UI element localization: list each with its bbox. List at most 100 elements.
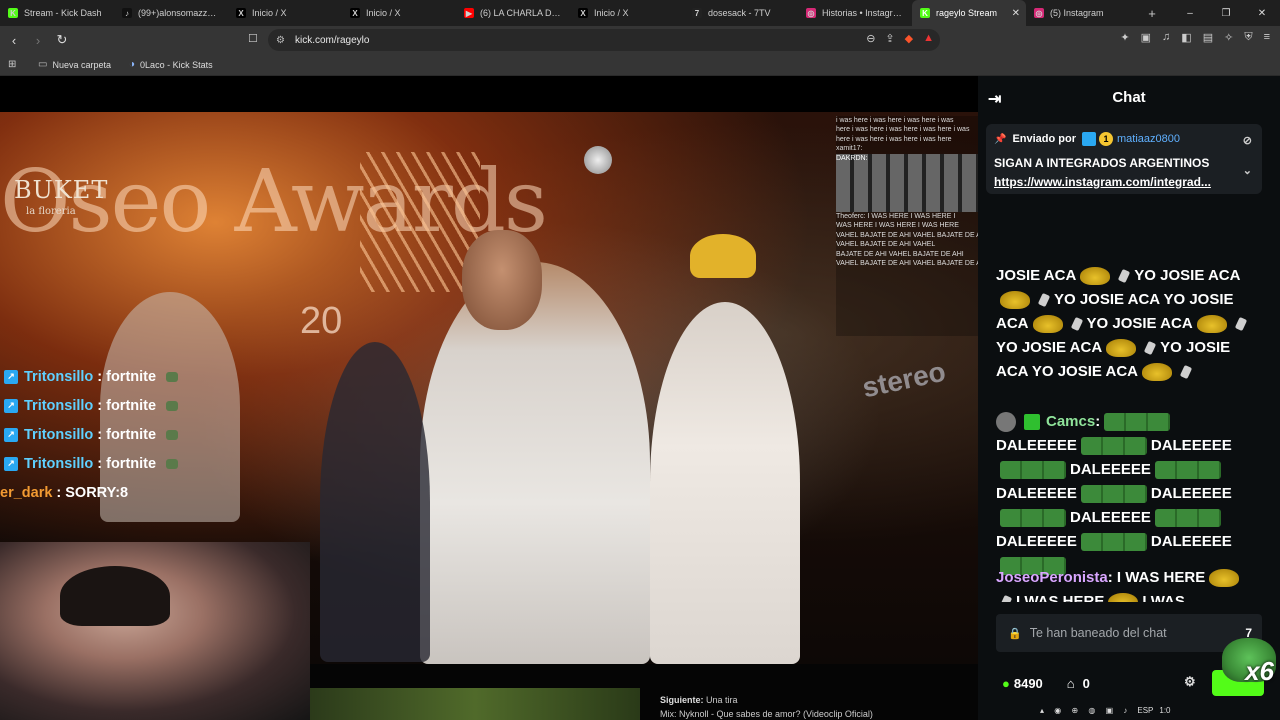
rewards-icon[interactable]: ▲ — [923, 32, 934, 45]
pinned-message[interactable]: 📌 Enviado por 1 matiaaz0800 SIGAN A INTE… — [986, 124, 1262, 194]
channel-points[interactable]: ● 8490 — [1002, 676, 1043, 691]
address-bar[interactable]: ⚙ kick.com/rageylo ⊖ ⇪ ◆ ▲ — [268, 29, 940, 51]
browser-tab[interactable]: ▶ (6) LA CHARLA DEL M — [456, 0, 570, 26]
browser-tab[interactable]: X Inicio / X — [342, 0, 456, 26]
chat-text: I WAS HERE — [1016, 593, 1105, 602]
folder-icon: ▭ — [38, 59, 48, 70]
pepe-emote — [1080, 485, 1147, 504]
browser-tab[interactable]: X Inicio / X — [570, 0, 684, 26]
pinned-link[interactable]: https://www.instagram.com/integrad... — [994, 173, 1254, 192]
avatar[interactable] — [996, 412, 1016, 432]
pinned-text: SIGAN A INTEGRADOS ARGENTINOS — [994, 156, 1210, 170]
chat-message-jose: JoseoPeronista: I WAS HERE I WAS HERE I W… — [996, 566, 1254, 602]
chat-username[interactable]: Camcs — [1046, 410, 1095, 434]
bookmark-folder[interactable]: ▭ Nueva carpeta — [38, 59, 111, 70]
pinned-user[interactable]: matiaaz0800 — [1117, 133, 1180, 145]
pepe-emote — [1104, 413, 1171, 431]
bookmark-icon[interactable]: ☐ — [248, 32, 258, 45]
browser-tab[interactable]: X Inicio / X — [228, 0, 342, 26]
tab-favicon-icon: ◎ — [806, 8, 816, 18]
chat-input[interactable]: 🔒 Te han baneado del chat 7 — [996, 614, 1262, 652]
browser-tab[interactable]: K Stream - Kick Dash — [0, 0, 114, 26]
verified-badge-icon: ↗ — [4, 398, 18, 413]
small-emote — [1037, 292, 1051, 308]
tab-favicon-icon: K — [8, 8, 18, 18]
next-label: Siguiente: — [660, 695, 704, 705]
tab-favicon-icon: X — [236, 8, 246, 18]
pepe-emote — [1080, 533, 1147, 552]
verified-badge-icon: ↗ — [4, 456, 18, 471]
zoom-icon[interactable]: ⊖ — [866, 32, 875, 45]
pepe-emote — [1154, 509, 1221, 528]
overlay-username: Tritonsillo — [24, 368, 94, 385]
overlay-text: fortnite — [106, 397, 157, 414]
minimize-icon[interactable]: – — [1172, 8, 1208, 19]
vpn-icon[interactable]: ⛨ — [1244, 31, 1252, 44]
reload-icon[interactable]: ↻ — [52, 32, 72, 48]
overlay-chat-message: ↗ Tritonsillo: fortnite — [0, 362, 179, 391]
clock[interactable]: 1:0 — [1159, 706, 1170, 715]
apps-icon[interactable]: ⊞ — [8, 59, 20, 70]
pepe-emote — [1154, 461, 1221, 480]
tray-icons[interactable]: ▴ ◉ ⊕ ◍ ▣ ♪ — [1040, 706, 1131, 715]
menu-icon[interactable]: ≡ — [1264, 31, 1270, 44]
emote-icon — [166, 371, 179, 382]
tab-favicon-icon: ◎ — [1034, 8, 1044, 18]
tab-favicon-icon: X — [350, 8, 360, 18]
overlay-chat-message: ↗ Tritonsillo: fortnite — [0, 449, 179, 478]
overlay-chat-line: DAKRDN: — [836, 153, 978, 212]
browser-tab[interactable]: ◎ (5) Instagram — [1026, 0, 1140, 26]
pin-icon: 📌 — [994, 133, 1007, 145]
store-button[interactable]: ⌂ 0 — [1067, 676, 1090, 691]
small-emote — [1179, 364, 1193, 380]
browser-tab[interactable]: 7 dosesack - 7TV — [684, 0, 798, 26]
dancer-hat — [690, 234, 756, 278]
small-emote — [999, 594, 1013, 602]
browser-tab[interactable]: ◎ Historias • Instagram — [798, 0, 912, 26]
new-tab-button[interactable]: + — [1140, 6, 1164, 21]
verified-badge-icon: ↗ — [4, 427, 18, 442]
keyboard-language[interactable]: ESP — [1137, 706, 1153, 715]
browser-tab[interactable]: Krageylo Stream ✕ — [912, 0, 1026, 26]
overlay-username: Tritonsillo — [24, 397, 94, 414]
chat-text: YO JOSIE — [1134, 267, 1205, 284]
forward-icon[interactable]: › — [28, 33, 48, 48]
browser-tab[interactable]: ♪ (99+)alonsomazzayatr — [114, 0, 228, 26]
leo-icon[interactable]: ✧ — [1224, 31, 1233, 44]
tab-strip: K Stream - Kick Dash ♪ (99+)alonsomazzayatr… — [0, 0, 1280, 26]
next-thumbnail — [310, 688, 640, 720]
gear-icon[interactable]: ⚙ — [1184, 674, 1196, 690]
backdrop-year: 20 — [300, 300, 343, 342]
restore-icon[interactable]: ❐ — [1208, 8, 1244, 19]
screenshot-icon[interactable]: ▣ — [1141, 31, 1151, 44]
sidebar-icon[interactable]: ◧ — [1181, 31, 1191, 44]
close-window-icon[interactable]: ✕ — [1244, 8, 1280, 19]
overlay-text: fortnite — [106, 455, 157, 472]
chat-panel: ⇥ Chat 📌 Enviado por 1 matiaaz0800 SIGAN… — [978, 76, 1280, 720]
collapse-chat-icon[interactable]: ⇥ — [988, 89, 1001, 109]
chat-text: YO JOSIE ACA — [1054, 291, 1160, 308]
media-icon[interactable]: ♫ — [1162, 31, 1170, 44]
emote-icon — [166, 429, 179, 440]
verified-badge-icon: ↗ — [4, 369, 18, 384]
overlay-separator: : — [97, 397, 103, 414]
chat-text: I WAS — [1142, 593, 1185, 602]
back-icon[interactable]: ‹ — [4, 33, 24, 48]
share-icon[interactable]: ⇪ — [885, 32, 894, 45]
video-player[interactable]: Oseo Awards 20 BUKET la floreria stereo … — [0, 76, 978, 720]
small-emote — [1070, 316, 1083, 332]
dancer-figure — [650, 302, 800, 664]
unpin-icon[interactable]: ⊘ — [1243, 134, 1252, 147]
chat-username[interactable]: JoseoPeronista — [996, 569, 1108, 586]
tab-title: dosesack - 7TV — [708, 8, 771, 18]
bookmark-kick-stats[interactable]: ◑ 0Laco - Kick Stats — [129, 59, 213, 70]
pinned-sent-by: Enviado por — [1012, 133, 1077, 145]
extensions-icon[interactable]: ✦ — [1120, 31, 1129, 44]
close-tab-icon[interactable]: ✕ — [1012, 8, 1020, 19]
toolbar: ‹ › ↻ ☐ ⚙ kick.com/rageylo ⊖ ⇪ ◆ ▲ ✦ ▣ ♫… — [0, 26, 1280, 54]
chevron-down-icon[interactable]: ⌄ — [1243, 164, 1252, 177]
brave-shield-icon[interactable]: ◆ — [905, 32, 913, 45]
site-info-icon[interactable]: ⚙ — [276, 35, 285, 46]
wallet-icon[interactable]: ▤ — [1203, 31, 1213, 44]
overlay-chat-line: VAHEL BAJATE DE AHI VAHEL BAJATE DE AHI — [836, 231, 978, 239]
